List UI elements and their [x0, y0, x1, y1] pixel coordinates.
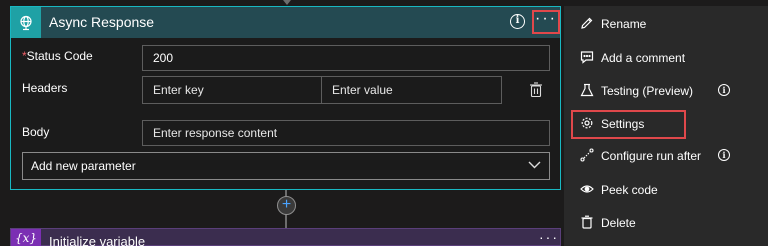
body-input[interactable]: Enter response content: [142, 120, 550, 146]
card-title: Async Response: [49, 14, 155, 30]
add-new-parameter-label: Add new parameter: [31, 159, 136, 173]
chevron-down-icon: [528, 161, 541, 169]
menu-item-label: Delete: [601, 216, 636, 230]
async-response-card: Async Response i ··· *Status Code 200 He…: [10, 6, 561, 190]
header-value-input[interactable]: Enter value: [321, 76, 502, 104]
info-icon[interactable]: i: [718, 149, 730, 161]
headers-label: Headers: [22, 81, 68, 95]
menu-item-peek-code[interactable]: Peek code: [564, 174, 768, 204]
comment-icon: [580, 51, 594, 64]
add-new-parameter-dropdown[interactable]: Add new parameter: [22, 152, 550, 180]
delete-header-icon[interactable]: [529, 82, 543, 98]
variable-icon: {x}: [11, 229, 41, 246]
menu-item-label: Configure run after: [601, 149, 702, 163]
status-code-input[interactable]: 200: [142, 45, 550, 71]
add-step-plus-icon[interactable]: +: [277, 196, 296, 215]
settings-highlight: [571, 110, 686, 139]
initialize-variable-card[interactable]: {x} Initialize variable ···: [10, 228, 561, 246]
more-options-button[interactable]: ···: [532, 10, 560, 34]
info-icon[interactable]: i: [510, 14, 525, 29]
header-key-input[interactable]: Enter key: [142, 76, 322, 104]
pencil-icon: [581, 17, 593, 29]
card-header[interactable]: Async Response i ···: [11, 7, 560, 38]
eye-icon: [580, 185, 594, 193]
card2-more-button[interactable]: ···: [539, 229, 559, 245]
flask-icon: [580, 83, 594, 97]
menu-item-label: Testing (Preview): [601, 84, 694, 98]
menu-item-label: Add a comment: [601, 51, 686, 65]
menu-item-configure-run-after[interactable]: Configure run after i: [564, 140, 768, 170]
body-label: Body: [22, 125, 50, 139]
context-menu: Rename Add a comment Testing (Preview) i…: [564, 6, 768, 246]
menu-item-label: Peek code: [601, 183, 658, 197]
trash-icon: [581, 215, 593, 229]
menu-item-add-comment[interactable]: Add a comment: [564, 42, 768, 72]
menu-item-label: Rename: [601, 17, 647, 31]
menu-item-testing[interactable]: Testing (Preview) i: [564, 75, 768, 105]
info-icon[interactable]: i: [718, 84, 730, 96]
run-after-icon: [580, 148, 594, 162]
menu-item-delete[interactable]: Delete: [564, 207, 768, 237]
globe-icon: [11, 7, 41, 38]
status-code-label: *Status Code: [22, 49, 93, 63]
card2-title: Initialize variable: [49, 234, 146, 246]
menu-item-rename[interactable]: Rename: [564, 8, 768, 38]
